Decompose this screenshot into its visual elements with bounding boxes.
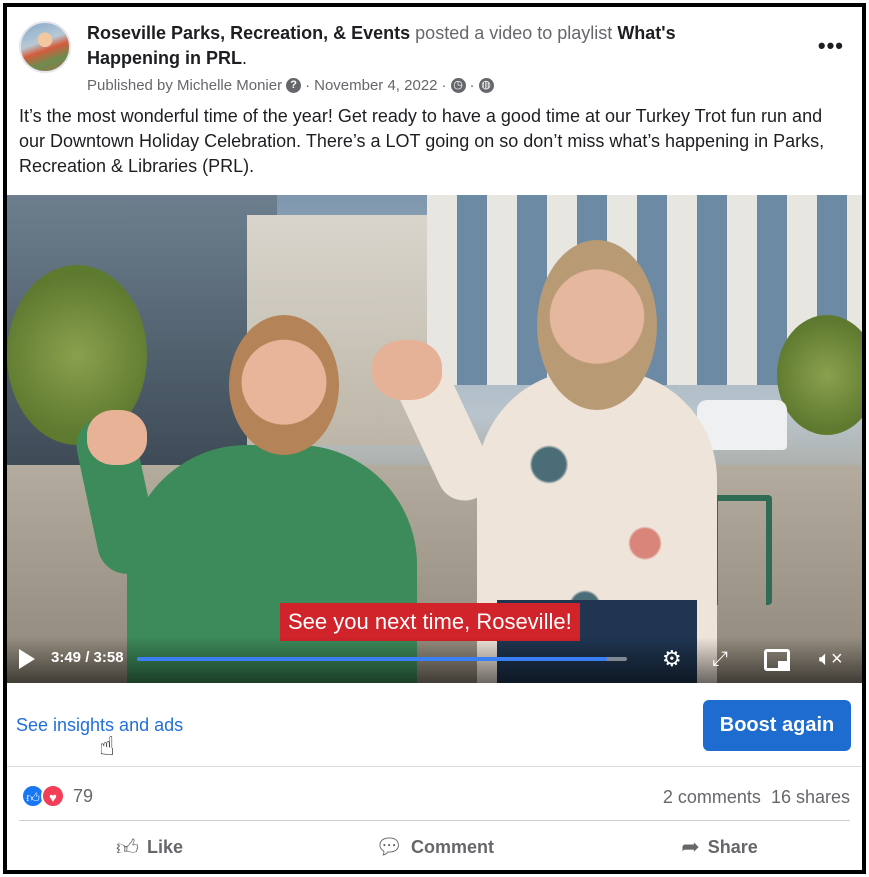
video-scene-chair xyxy=(712,495,772,605)
presenter-right-hand xyxy=(372,340,442,400)
fullscreen-icon[interactable]: ⤢ xyxy=(712,645,728,673)
post-headline: Roseville Parks, Recreation, & Events po… xyxy=(87,21,747,71)
picture-in-picture-icon[interactable] xyxy=(764,649,790,671)
headline-period: . xyxy=(242,48,248,68)
share-arrow-icon: ➦ xyxy=(681,834,700,859)
like-button[interactable]: 👍︎ Like xyxy=(7,822,292,870)
share-label: Share xyxy=(707,836,758,857)
volume-muted-icon[interactable]: 🔈︎× xyxy=(819,645,843,673)
post-action-text: posted a video to playlist xyxy=(415,23,613,43)
thumbs-up-icon: 👍︎ xyxy=(115,834,139,860)
post-body: It’s the most wonderful time of the year… xyxy=(19,106,825,176)
comment-label: Comment xyxy=(410,836,494,857)
post-date[interactable]: November 4, 2022 xyxy=(314,77,437,94)
shares-count-link[interactable]: 16 shares xyxy=(771,787,850,807)
published-by-text: Published by Michelle Monier xyxy=(87,77,283,94)
page-avatar[interactable] xyxy=(19,21,71,73)
hand-pointer-cursor-icon: ☝︎ xyxy=(99,731,115,761)
reactions-summary[interactable]: 👍︎ ♥ 79 xyxy=(21,784,93,808)
globe-icon: ◍ xyxy=(478,78,494,93)
meta-separator: · xyxy=(441,77,447,94)
comment-button[interactable]: 💬︎ Comment xyxy=(292,822,577,870)
video-scene-tree xyxy=(777,315,862,435)
help-icon[interactable]: ? xyxy=(286,78,302,93)
engagement-counts: 2 comments 16 shares xyxy=(663,787,850,808)
presenter-left-head xyxy=(229,315,339,455)
post-card: Roseville Parks, Recreation, & Events po… xyxy=(3,3,866,874)
reaction-count: 79 xyxy=(73,785,94,806)
more-options-icon[interactable]: ••• xyxy=(818,33,844,59)
post-meta: Published by Michelle Monier ? · Novembe… xyxy=(87,77,494,94)
presenter-left-hand xyxy=(87,410,147,465)
meta-separator: · xyxy=(469,77,475,94)
boost-again-button[interactable]: Boost again xyxy=(703,700,851,751)
video-progress-bar[interactable] xyxy=(137,657,627,661)
play-icon[interactable] xyxy=(19,649,35,669)
meta-separator: · xyxy=(305,77,311,94)
video-caption: See you next time, Roseville! xyxy=(280,603,580,641)
post-buttons: 👍︎ Like 💬︎ Comment ➦ Share xyxy=(7,822,862,870)
clock-icon: ◷ xyxy=(450,78,466,93)
comments-count-link[interactable]: 2 comments xyxy=(663,787,761,807)
like-label: Like xyxy=(146,836,184,857)
settings-gear-icon[interactable]: ⚙ xyxy=(662,645,682,673)
love-reaction-icon: ♥ xyxy=(41,784,65,808)
video-time: 3:49 / 3:58 xyxy=(51,649,124,666)
post-header: Roseville Parks, Recreation, & Events po… xyxy=(19,19,850,99)
comment-bubble-icon: 💬︎ xyxy=(375,834,403,859)
page-name-link[interactable]: Roseville Parks, Recreation, & Events xyxy=(87,23,410,43)
video-controls: 3:49 / 3:58 ⚙ ⤢ 🔈︎× xyxy=(7,637,862,683)
video-progress-fill xyxy=(137,657,608,661)
share-button[interactable]: ➦ Share xyxy=(577,822,862,870)
divider xyxy=(19,820,850,821)
post-action-bar: See insights and ads ☝︎ Boost again xyxy=(7,683,862,767)
post-stats: 👍︎ ♥ 79 2 comments 16 shares xyxy=(7,767,862,821)
presenter-right-head xyxy=(537,240,657,410)
video-player[interactable]: See you next time, Roseville! 3:49 / 3:5… xyxy=(7,195,862,683)
